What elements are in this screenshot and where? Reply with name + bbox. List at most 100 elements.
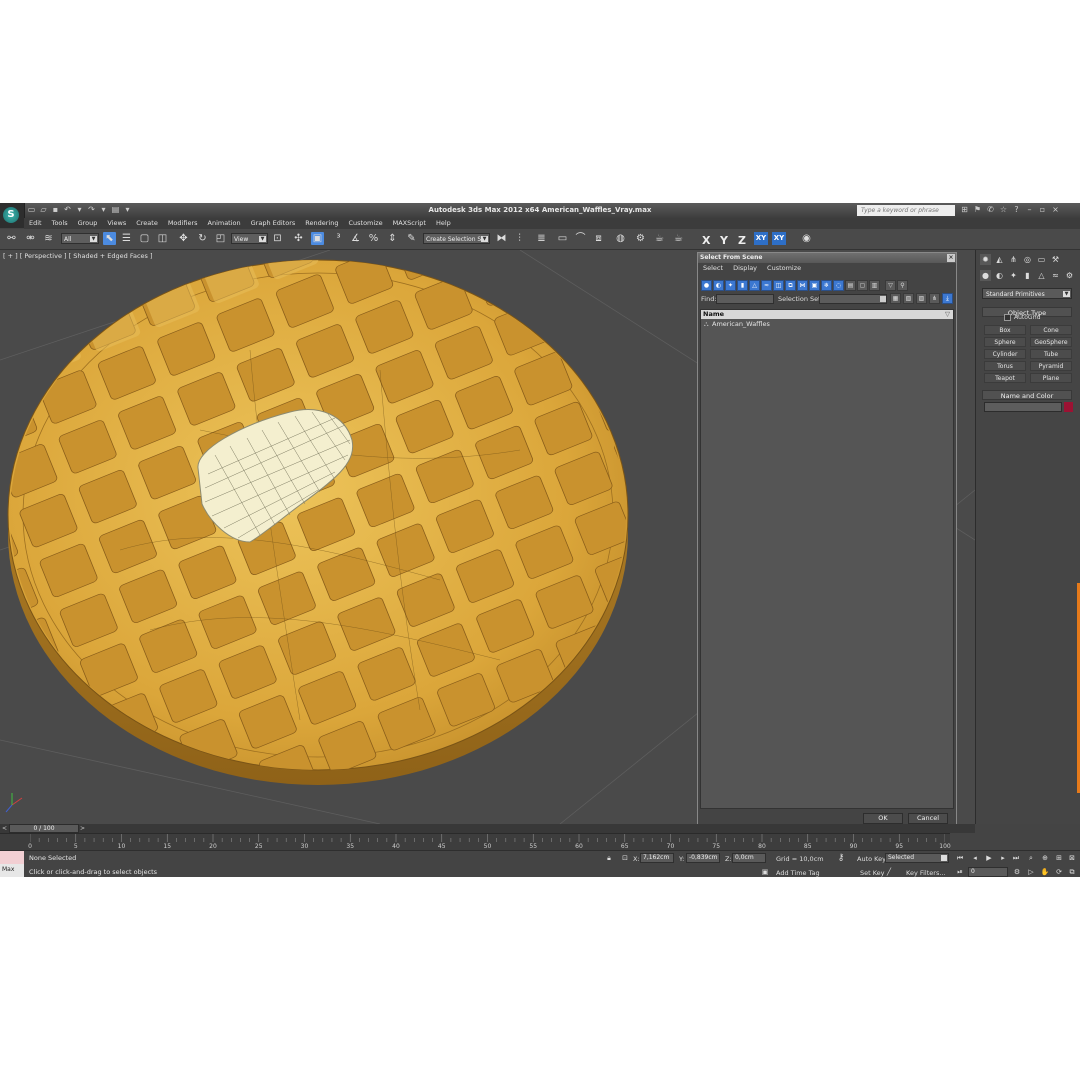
find-input[interactable]: [716, 294, 774, 304]
render-production-icon[interactable]: ☕: [672, 232, 685, 245]
go-to-start-icon[interactable]: ⏮: [955, 853, 965, 863]
render-teapot-icon[interactable]: ◉: [800, 232, 813, 245]
maximize-viewport-icon[interactable]: ⧉: [1067, 867, 1077, 877]
select-by-name-icon[interactable]: ☰: [120, 232, 133, 245]
select-invert-icon[interactable]: ▨: [916, 293, 927, 304]
previous-frame-icon[interactable]: ◂: [970, 853, 980, 863]
menu-edit[interactable]: Edit: [24, 218, 47, 229]
track-bar[interactable]: 0 5 10 15 20 25 30 35 40 45 50 55 60 65 70 75 80 85 90 95 10…: [0, 833, 951, 851]
axis-xy-button[interactable]: XY: [754, 232, 768, 245]
minimize-icon[interactable]: –: [1025, 205, 1034, 215]
axis-x-button[interactable]: X: [702, 234, 710, 247]
x-coord-input[interactable]: 7,162cm: [640, 853, 674, 863]
menu-tools[interactable]: Tools: [47, 218, 73, 229]
snaps-toggle-icon[interactable]: ³: [332, 232, 345, 245]
select-and-link-icon[interactable]: ⚯: [5, 232, 18, 245]
percent-snap-icon[interactable]: %: [367, 232, 380, 245]
graphite-ribbon-icon[interactable]: ▭: [556, 232, 569, 245]
menu-modifiers[interactable]: Modifiers: [163, 218, 203, 229]
name-column-header[interactable]: Name ▽: [701, 310, 953, 319]
filter-icon[interactable]: ▽: [885, 280, 896, 291]
selection-set-dropdown[interactable]: [819, 294, 887, 304]
play-icon[interactable]: ▶: [984, 853, 994, 863]
display-tab-icon[interactable]: ▭: [1036, 254, 1047, 265]
display-all-icon[interactable]: ▤: [845, 280, 856, 291]
cameras-icon[interactable]: ▮: [1022, 270, 1033, 281]
dialog-menu-customize[interactable]: Customize: [762, 263, 806, 274]
align-icon[interactable]: ⫶: [513, 232, 526, 245]
modify-tab-icon[interactable]: ◭: [994, 254, 1005, 265]
time-tag-icon[interactable]: ▣: [760, 867, 770, 877]
select-manipulate-icon[interactable]: ✣: [292, 232, 305, 245]
motion-tab-icon[interactable]: ◎: [1022, 254, 1033, 265]
display-invert-icon[interactable]: ▥: [869, 280, 880, 291]
zoom-icon[interactable]: ⌕: [1026, 853, 1036, 863]
time-slider-thumb[interactable]: 0 / 100: [9, 824, 79, 833]
rendered-frame-window-icon[interactable]: ☕: [653, 232, 666, 245]
select-and-scale-icon[interactable]: ◰: [214, 232, 227, 245]
primitive-category-dropdown[interactable]: Standard Primitives ▼: [982, 288, 1072, 299]
display-none-icon[interactable]: ▢: [857, 280, 868, 291]
filter-options-icon[interactable]: ⚲: [897, 280, 908, 291]
torus-button[interactable]: Torus: [984, 361, 1026, 371]
shapes-icon[interactable]: ◐: [994, 270, 1005, 281]
orbit-icon[interactable]: ⟳: [1054, 867, 1064, 877]
display-geometry-icon[interactable]: ●: [701, 280, 712, 291]
display-shapes-icon[interactable]: ◐: [713, 280, 724, 291]
key-filters-icon[interactable]: ╱: [884, 867, 894, 877]
set-key-button[interactable]: Set Key: [860, 869, 885, 877]
select-and-rotate-icon[interactable]: ↻: [196, 232, 209, 245]
bind-to-space-warp-icon[interactable]: ≋: [42, 232, 55, 245]
axis-xy-cycle-button[interactable]: XY: [772, 232, 786, 245]
keyboard-shortcut-override-icon[interactable]: ▣: [311, 232, 324, 245]
lock-selection-icon[interactable]: 🔒︎: [604, 853, 614, 863]
mirror-icon[interactable]: ⧓: [495, 232, 508, 245]
next-frame-icon[interactable]: ▸: [998, 853, 1008, 863]
select-object-icon[interactable]: ⬉: [103, 232, 116, 245]
display-helpers-icon[interactable]: △: [749, 280, 760, 291]
time-prev-icon[interactable]: <: [2, 824, 7, 833]
edit-named-selection-icon[interactable]: ✎: [405, 232, 418, 245]
favorites-icon[interactable]: ☆: [999, 205, 1008, 215]
select-dependents-icon[interactable]: ⋔: [929, 293, 940, 304]
sync-selection-icon[interactable]: ⤓: [942, 293, 953, 304]
display-containers-icon[interactable]: ▣: [809, 280, 820, 291]
scene-object-list[interactable]: Name ▽ ⛬ American_Waffles: [700, 309, 954, 809]
geosphere-button[interactable]: GeoSphere: [1030, 337, 1072, 347]
help-search-input[interactable]: Type a keyword or phrase: [857, 205, 955, 216]
plane-button[interactable]: Plane: [1030, 373, 1072, 383]
viewport-label[interactable]: [ + ] [ Perspective ] [ Shaded + Edged F…: [3, 252, 153, 260]
menu-help[interactable]: Help: [431, 218, 456, 229]
absolute-mode-icon[interactable]: ⊡: [620, 853, 630, 863]
menu-views[interactable]: Views: [102, 218, 131, 229]
sphere-button[interactable]: Sphere: [984, 337, 1026, 347]
pivot-center-icon[interactable]: ⊡: [271, 232, 284, 245]
display-spacewarps-icon[interactable]: ≈: [761, 280, 772, 291]
time-next-icon[interactable]: >: [80, 824, 85, 833]
menu-create[interactable]: Create: [131, 218, 163, 229]
add-time-tag[interactable]: Add Time Tag: [776, 869, 820, 877]
maxscript-input[interactable]: [0, 851, 24, 864]
render-setup-icon[interactable]: ⚙: [634, 232, 647, 245]
angle-snap-icon[interactable]: ∡: [349, 232, 362, 245]
menu-rendering[interactable]: Rendering: [300, 218, 343, 229]
display-hidden-icon[interactable]: ◌: [833, 280, 844, 291]
pyramid-button[interactable]: Pyramid: [1030, 361, 1072, 371]
close-icon[interactable]: ×: [1051, 205, 1060, 215]
key-filters-button[interactable]: Key Filters...: [906, 869, 946, 877]
select-all-icon[interactable]: ▦: [890, 293, 901, 304]
hierarchy-tab-icon[interactable]: ⋔: [1008, 254, 1019, 265]
help-icon[interactable]: ?: [1012, 205, 1021, 215]
spinner-snap-icon[interactable]: ⇕: [386, 232, 399, 245]
schematic-view-icon[interactable]: ⧈: [592, 232, 605, 245]
axis-z-button[interactable]: Z: [738, 234, 746, 247]
time-configuration-icon[interactable]: ⚙: [1012, 867, 1022, 877]
ok-button[interactable]: OK: [863, 813, 903, 824]
layer-manager-icon[interactable]: ≣: [535, 232, 548, 245]
curve-editor-icon[interactable]: ⌒: [574, 232, 587, 245]
lights-icon[interactable]: ✦: [1008, 270, 1019, 281]
maxscript-listener-mini[interactable]: Max: [0, 851, 24, 877]
display-xrefs-icon[interactable]: ⧉: [785, 280, 796, 291]
unlink-selection-icon[interactable]: ⚮: [24, 232, 37, 245]
display-cameras-icon[interactable]: ▮: [737, 280, 748, 291]
